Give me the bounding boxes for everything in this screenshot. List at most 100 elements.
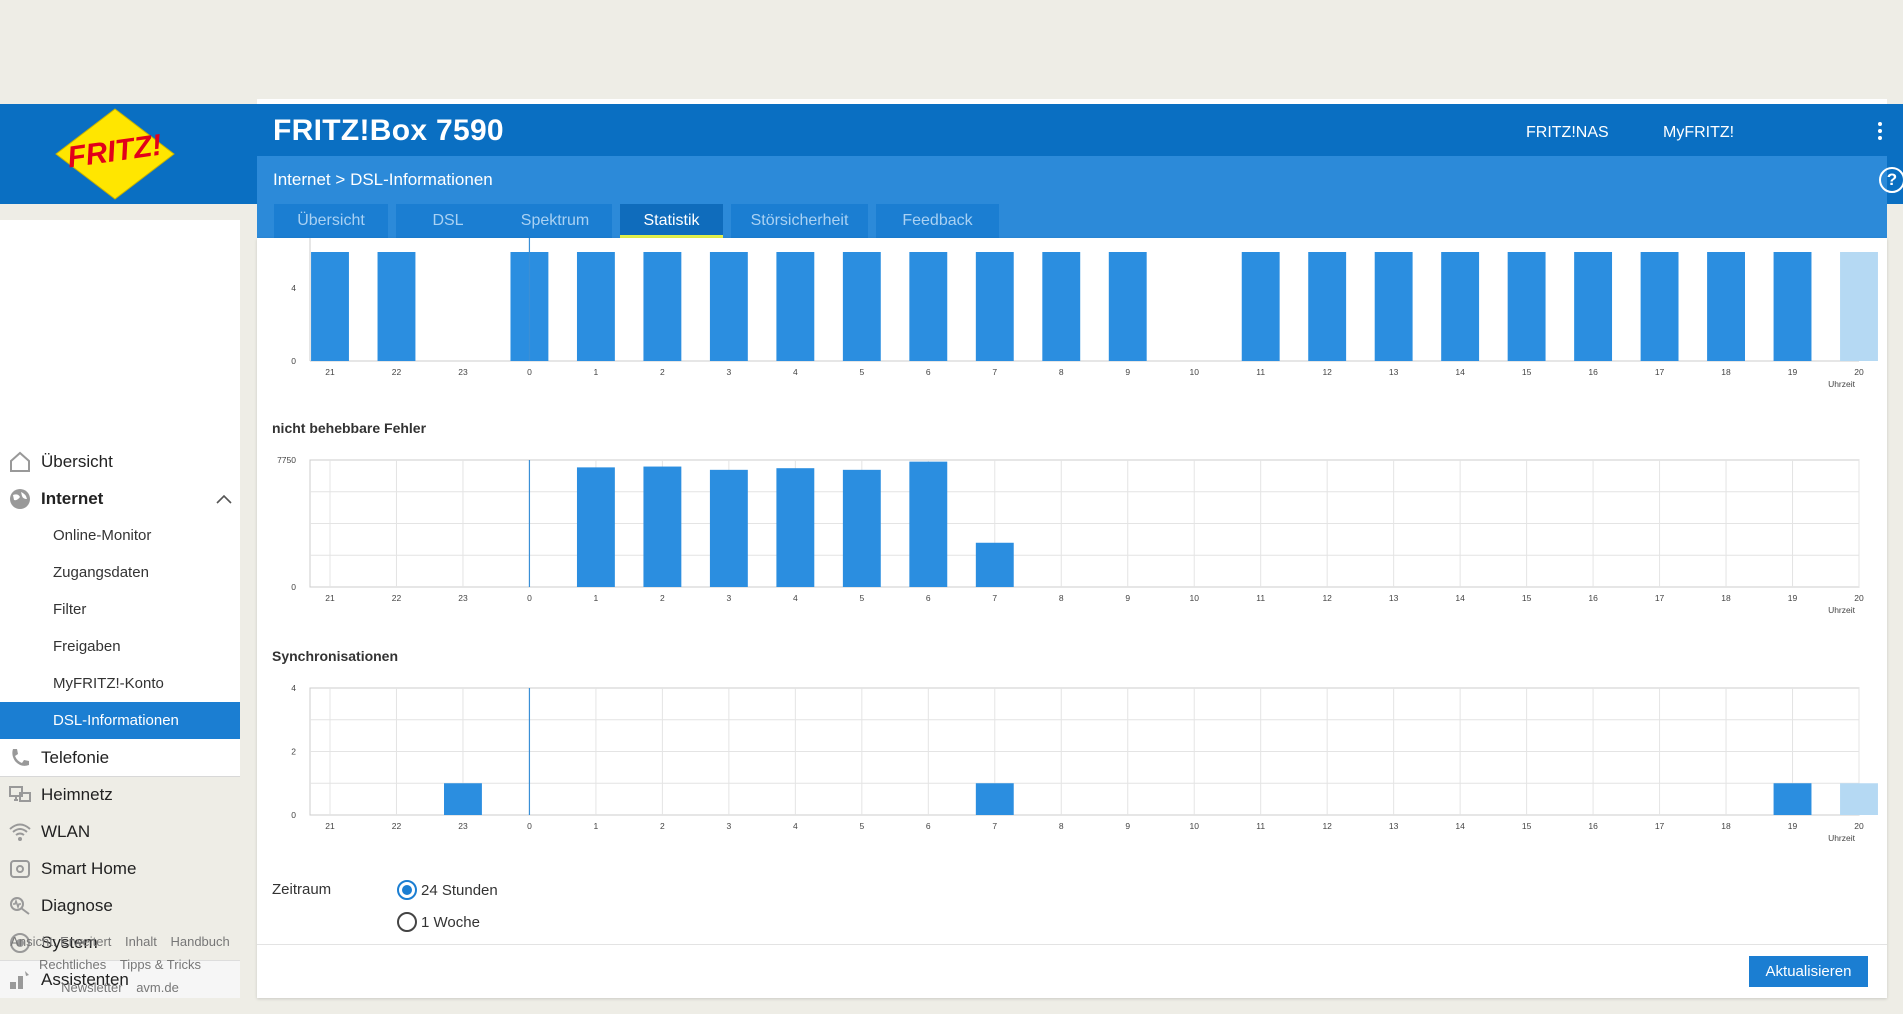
x-tick-label: 12 [1322, 367, 1332, 377]
x-tick-label: 6 [926, 367, 931, 377]
x-tick-label: 5 [859, 821, 864, 831]
tab-stoersicherheit[interactable]: Störsicherheit [731, 204, 868, 238]
sidebar-sub-label: MyFRITZ!-Konto [53, 675, 164, 692]
home-icon [10, 451, 30, 472]
fritz-nas-link[interactable]: FRITZ!NAS [1526, 124, 1609, 142]
chart-bar [1507, 252, 1546, 361]
footer-link-ansicht[interactable]: Ansicht: Erweitert [10, 934, 111, 949]
x-tick-label: 3 [727, 593, 732, 603]
footer-link-rechtliches[interactable]: Rechtliches [39, 957, 106, 972]
sidebar-item-online-monitor[interactable]: Online-Monitor [0, 517, 240, 554]
tab-spektrum[interactable]: Spektrum [498, 204, 612, 238]
period-option-label: 24 Stunden [421, 882, 498, 899]
sidebar-item-heimnetz[interactable]: Heimnetz [0, 776, 240, 813]
tab-statistik[interactable]: Statistik [620, 204, 723, 238]
x-tick-label: 19 [1788, 593, 1798, 603]
x-tick-label: 13 [1389, 593, 1399, 603]
chart-bar [975, 542, 1014, 587]
refresh-button[interactable]: Aktualisieren [1749, 956, 1868, 987]
chart-bar [444, 783, 482, 815]
chart-bar [1374, 252, 1413, 361]
radio-24h[interactable] [397, 880, 417, 900]
x-tick-label: 5 [859, 367, 864, 377]
x-tick-label: 15 [1522, 593, 1532, 603]
x-tick-label: 14 [1455, 367, 1465, 377]
tab-dsl[interactable]: DSL [396, 204, 500, 238]
x-tick-label: 8 [1059, 821, 1064, 831]
wifi-icon [9, 823, 31, 841]
x-tick-label: 10 [1189, 593, 1199, 603]
footer-link-avm[interactable]: avm.de [136, 980, 179, 995]
fritz-logo[interactable]: FRITZ! [50, 106, 180, 202]
x-tick-label: 7 [992, 821, 997, 831]
sidebar-sub-label: Zugangsdaten [53, 564, 149, 581]
chart-bar [576, 467, 615, 587]
sidebar-item-smart-home[interactable]: Smart Home [0, 850, 240, 887]
help-icon[interactable]: ? [1879, 167, 1903, 193]
sidebar-item-freigaben[interactable]: Freigaben [0, 628, 240, 665]
chart-bar [1241, 252, 1280, 361]
x-tick-label: 12 [1322, 593, 1332, 603]
chart-bar [1308, 252, 1347, 361]
sidebar-item-diagnose[interactable]: Diagnose [0, 887, 240, 924]
chart-bar [909, 461, 948, 587]
breadcrumb-internet[interactable]: Internet [273, 170, 331, 189]
chart-bar [311, 252, 349, 361]
sidebar-item-myfritz-konto[interactable]: MyFRITZ!-Konto [0, 665, 240, 702]
tab-uebersicht[interactable]: Übersicht [274, 204, 388, 238]
breadcrumb: Internet > DSL-Informationen [273, 170, 493, 190]
chart-bar [1574, 252, 1613, 361]
phone-icon [12, 749, 30, 766]
network-icon [9, 786, 31, 802]
content-header: Internet > DSL-Informationen ? Übersicht… [257, 156, 1903, 238]
chart-bar [1640, 252, 1679, 361]
sidebar-item-uebersicht[interactable]: Übersicht [0, 443, 240, 480]
sidebar-item-zugangsdaten[interactable]: Zugangsdaten [0, 554, 240, 591]
x-tick-label: 13 [1389, 821, 1399, 831]
chart-bar [975, 783, 1014, 815]
footer-link-tipps[interactable]: Tipps & Tricks [120, 957, 201, 972]
sidebar-item-wlan[interactable]: WLAN [0, 813, 240, 850]
x-tick-label: 23 [458, 593, 468, 603]
chart-bar [975, 252, 1014, 361]
sidebar-sub-label: Online-Monitor [53, 527, 152, 544]
footer-link-newsletter[interactable]: Newsletter [61, 980, 122, 995]
myfritz-link[interactable]: MyFRITZ! [1663, 124, 1734, 142]
radio-1w[interactable] [397, 912, 417, 932]
sidebar-item-label: WLAN [41, 822, 91, 841]
x-axis-label: Uhrzeit [1828, 605, 1856, 615]
period-option-1w[interactable]: 1 Woche [397, 912, 480, 932]
x-tick-label: 7 [992, 593, 997, 603]
sidebar-item-dsl-informationen[interactable]: DSL-Informationen [0, 702, 240, 739]
footer-link-handbuch[interactable]: Handbuch [170, 934, 229, 949]
sidebar-item-telefonie[interactable]: Telefonie [0, 739, 240, 776]
x-tick-label: 2 [660, 593, 665, 603]
x-tick-label: 23 [458, 367, 468, 377]
x-tick-label: 2 [660, 821, 665, 831]
sidebar-item-internet[interactable]: Internet [0, 480, 240, 517]
x-tick-label: 21 [325, 593, 335, 603]
more-menu-icon[interactable] [1876, 122, 1884, 144]
x-tick-label: 20 [1854, 367, 1864, 377]
footer-links: Ansicht: Erweitert Inhalt Handbuch Recht… [0, 930, 240, 999]
x-tick-label: 18 [1721, 367, 1731, 377]
x-tick-label: 19 [1788, 821, 1798, 831]
x-tick-label: 1 [594, 593, 599, 603]
x-tick-label: 9 [1125, 367, 1130, 377]
footer-link-inhalt[interactable]: Inhalt [125, 934, 157, 949]
product-title: FRITZ!Box 7590 [273, 114, 504, 147]
chart-bar [1773, 252, 1812, 361]
x-tick-label: 18 [1721, 593, 1731, 603]
x-tick-label: 9 [1125, 821, 1130, 831]
y-tick-label: 0 [291, 582, 296, 592]
tab-feedback[interactable]: Feedback [876, 204, 999, 238]
sidebar-item-filter[interactable]: Filter [0, 591, 240, 628]
chevron-up-icon[interactable] [216, 494, 232, 504]
x-tick-label: 1 [594, 367, 599, 377]
x-axis-label: Uhrzeit [1828, 833, 1856, 843]
period-option-24h[interactable]: 24 Stunden [397, 880, 498, 900]
breadcrumb-separator: > [335, 170, 346, 189]
sidebar-sub-label: Filter [53, 601, 87, 618]
x-axis-label: Uhrzeit [1828, 379, 1856, 389]
x-tick-label: 12 [1322, 821, 1332, 831]
